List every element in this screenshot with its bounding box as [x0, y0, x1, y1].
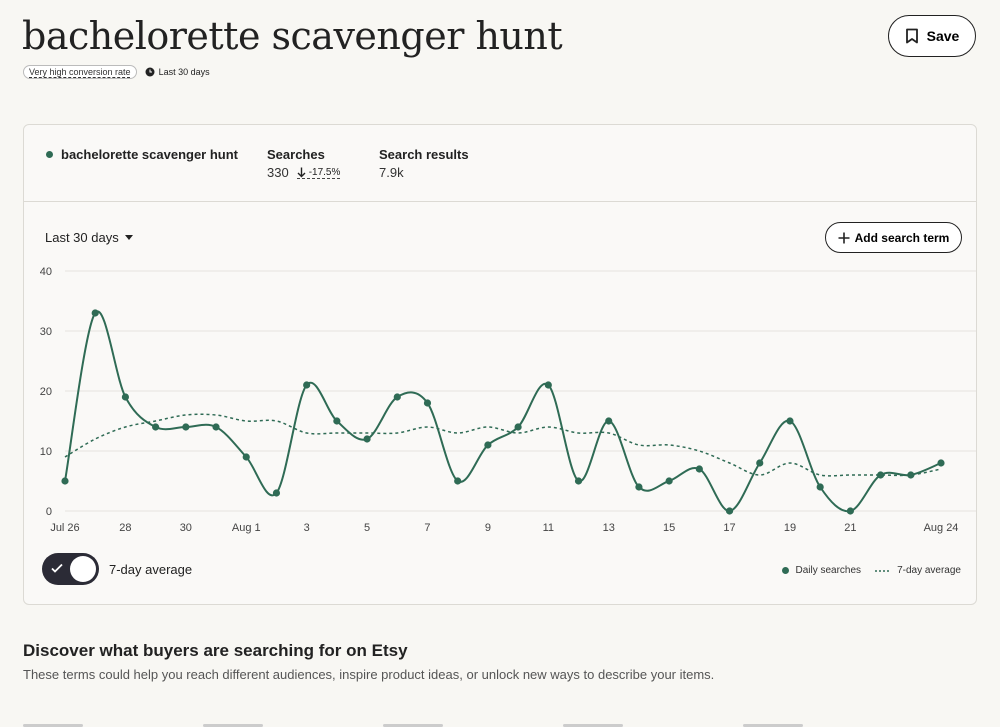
- x-tick-label: 17: [723, 522, 735, 534]
- x-tick-label: 5: [364, 522, 370, 534]
- y-tick-label: 0: [46, 506, 52, 518]
- toggle-label: 7-day average: [109, 561, 193, 577]
- period-label: Last 30 days: [158, 67, 210, 77]
- y-tick-label: 30: [40, 326, 52, 338]
- data-point: [725, 507, 734, 515]
- legend-daily-dot: [782, 567, 790, 574]
- chart-legend: Daily searches 7-day average: [782, 565, 961, 576]
- page-title: bachelorette scavenger hunt: [22, 14, 563, 58]
- dotted-line-swatch: [875, 569, 892, 572]
- check-icon: [51, 563, 63, 573]
- period-indicator: Last 30 days: [145, 67, 210, 77]
- y-tick-label: 40: [40, 266, 52, 278]
- data-point: [212, 423, 220, 431]
- data-point: [695, 465, 703, 473]
- data-point: [907, 471, 915, 479]
- x-tick-label: 19: [784, 522, 796, 534]
- y-tick-label: 10: [40, 446, 52, 458]
- data-point: [454, 477, 462, 485]
- average-line: [64, 413, 942, 477]
- x-tick-label: 9: [485, 522, 491, 534]
- data-point: [333, 417, 341, 425]
- data-point: [876, 471, 885, 479]
- discover-subtitle: These terms could help you reach differe…: [23, 667, 715, 682]
- data-point: [182, 423, 190, 431]
- x-tick-label: Jul 26: [50, 522, 79, 534]
- x-tick-label: 11: [543, 522, 554, 534]
- data-point: [484, 441, 492, 449]
- toggle-knob: [70, 556, 96, 582]
- data-point: [574, 477, 583, 485]
- x-tick-label: Aug 24: [924, 522, 959, 534]
- x-tick-label: 28: [119, 522, 131, 534]
- x-tick-label: 15: [663, 522, 675, 534]
- data-point: [937, 459, 945, 467]
- x-tick-label: 3: [304, 522, 310, 534]
- data-point: [846, 507, 854, 515]
- data-point: [121, 393, 130, 401]
- x-tick-label: 30: [180, 522, 192, 534]
- data-point: [514, 423, 522, 431]
- bookmark-icon: [905, 28, 918, 44]
- data-point: [242, 453, 250, 461]
- legend-average-label: 7-day average: [897, 565, 961, 576]
- data-point: [91, 309, 99, 317]
- legend-average: 7-day average: [875, 565, 961, 576]
- save-label: Save: [926, 28, 960, 44]
- search-trend-chart: 0 10 20 30 40 Jul 26 28 30 Aug 1 3 5 7 9 11 13 15 17 19 21…: [40, 266, 976, 534]
- average-toggle-row: 7-day average: [42, 553, 192, 585]
- save-button[interactable]: Save: [888, 15, 976, 57]
- data-point: [152, 423, 160, 431]
- data-point: [544, 381, 552, 389]
- x-tick-label: 21: [844, 522, 856, 534]
- discover-title: Discover what buyers are searching for o…: [23, 641, 408, 660]
- data-point: [665, 477, 673, 485]
- data-point: [61, 477, 69, 485]
- data-point: [303, 381, 311, 389]
- clock-icon: [145, 67, 155, 77]
- x-tick-label: 7: [424, 522, 430, 534]
- data-point: [816, 483, 824, 491]
- data-point: [363, 435, 371, 443]
- search-trend-card: bachelorette scavenger hunt Searches 330…: [23, 124, 977, 605]
- average-toggle[interactable]: [42, 553, 99, 585]
- data-point: [786, 417, 794, 425]
- conversion-badge[interactable]: Very high conversion rate: [23, 65, 137, 79]
- data-point: [756, 459, 764, 467]
- x-tick-label: 13: [603, 522, 615, 534]
- data-point: [635, 483, 643, 491]
- x-tick-label: Aug 1: [232, 522, 261, 534]
- daily-line: [64, 310, 942, 513]
- data-point: [605, 417, 613, 425]
- y-tick-label: 20: [40, 386, 52, 398]
- cut-off-content: [23, 720, 977, 727]
- data-point: [393, 393, 401, 401]
- data-point: [423, 399, 432, 407]
- meta-row: Very high conversion rate Last 30 days: [23, 65, 210, 79]
- legend-daily: Daily searches: [782, 565, 861, 576]
- legend-daily-label: Daily searches: [795, 565, 862, 576]
- data-point: [272, 489, 281, 497]
